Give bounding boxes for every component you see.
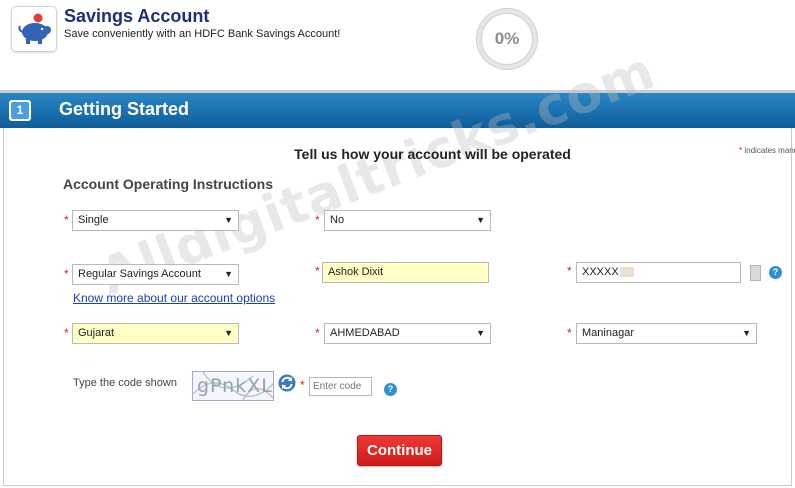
step-title: Getting Started	[59, 99, 190, 119]
required-marker: *	[64, 267, 69, 281]
chevron-down-icon: ▼	[476, 328, 485, 338]
mandatory-note-text: indicates mand	[744, 146, 795, 155]
state-select[interactable]: Gujarat ▼	[72, 323, 239, 344]
name-value: Ashok Dixit	[328, 266, 384, 278]
step-number-badge: 1	[9, 100, 31, 121]
refresh-icon[interactable]	[278, 374, 296, 392]
captcha-label: Type the code shown	[73, 377, 177, 389]
chevron-down-icon: ▼	[224, 215, 233, 225]
page-header: Savings Account Save conveniently with a…	[0, 0, 795, 88]
required-marker: *	[567, 264, 572, 278]
captcha-code-input[interactable]	[309, 377, 372, 396]
form-heading: Tell us how your account will be operate…	[0, 146, 795, 162]
mode-of-operation-value: Single	[78, 214, 109, 226]
page-title: Savings Account	[64, 6, 210, 26]
required-marker: *	[315, 264, 320, 278]
progress-value: 0%	[482, 14, 532, 64]
piggy-bank-icon	[18, 13, 51, 44]
chevron-down-icon: ▼	[224, 269, 233, 279]
account-type-value: Regular Savings Account	[78, 268, 201, 280]
state-value: Gujarat	[78, 327, 115, 339]
field-toggle-button[interactable]	[750, 265, 761, 281]
existing-customer-value: No	[330, 214, 345, 226]
step-bar: 1 Getting Started	[0, 90, 795, 128]
existing-customer-select[interactable]: No ▼	[324, 210, 491, 231]
name-input[interactable]: Ashok Dixit	[322, 262, 489, 283]
form-heading-text: Tell us how your account will be operate…	[294, 146, 571, 162]
mobile-input[interactable]: XXXXX	[576, 262, 741, 283]
mobile-value: XXXXX	[582, 266, 619, 278]
branch-select[interactable]: Maninagar ▼	[576, 323, 757, 344]
account-type-select[interactable]: Regular Savings Account ▼	[72, 264, 239, 285]
captcha-image: gPnkXL	[192, 371, 274, 401]
chevron-down-icon: ▼	[224, 328, 233, 338]
captcha-text: gPnkXL	[197, 375, 273, 397]
required-marker: *	[64, 326, 69, 340]
section-title: Account Operating Instructions	[63, 176, 274, 192]
chevron-down-icon: ▼	[476, 215, 485, 225]
required-marker: *	[567, 326, 572, 340]
required-marker: *	[315, 213, 320, 227]
continue-button[interactable]: Continue	[357, 435, 442, 466]
required-marker: *	[64, 213, 69, 227]
account-options-link[interactable]: Know more about our account options	[73, 291, 275, 305]
city-value: AHMEDABAD	[330, 327, 400, 339]
logo	[11, 6, 57, 52]
city-select[interactable]: AHMEDABAD ▼	[324, 323, 491, 344]
mode-of-operation-select[interactable]: Single ▼	[72, 210, 239, 231]
chevron-down-icon: ▼	[742, 328, 751, 338]
help-icon[interactable]: ?	[384, 383, 397, 396]
masked-digits	[619, 267, 634, 278]
required-marker: *	[315, 326, 320, 340]
step-number: 1	[11, 102, 29, 119]
page-subtitle: Save conveniently with an HDFC Bank Savi…	[64, 28, 341, 40]
progress-indicator: 0%	[476, 8, 538, 70]
mandatory-note: * indicates mand	[739, 146, 795, 155]
required-marker: *	[739, 146, 743, 155]
branch-value: Maninagar	[582, 327, 634, 339]
required-marker: *	[300, 378, 305, 392]
help-icon[interactable]: ?	[769, 266, 782, 279]
